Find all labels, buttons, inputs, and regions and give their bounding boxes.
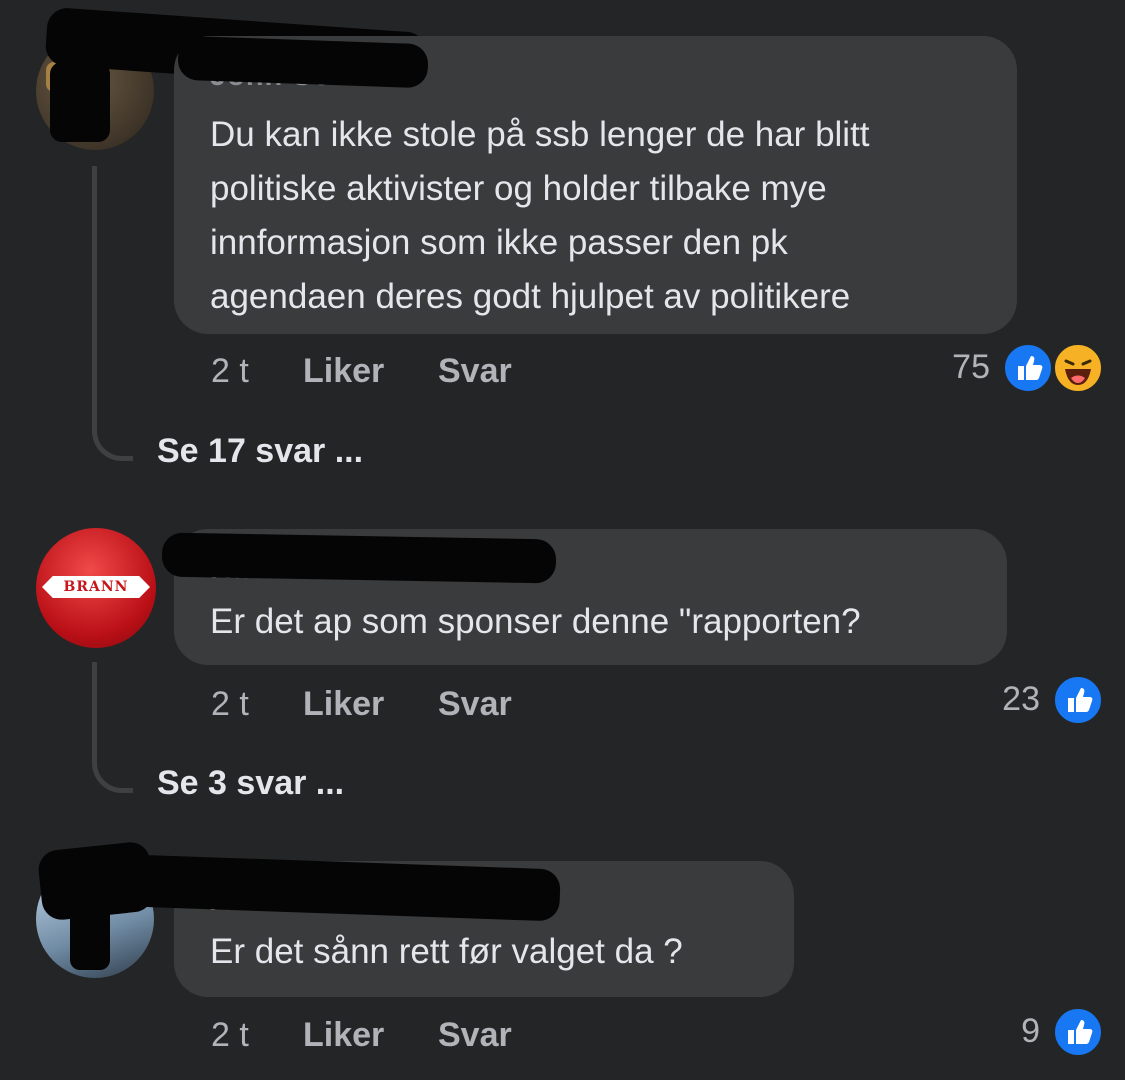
comment-text: Er det ap som sponser denne "rapporten? <box>210 602 861 641</box>
comment-1: John Solheim Du kan ikke stole på ssb le… <box>0 0 1125 480</box>
reply-button[interactable]: Svar <box>438 685 512 724</box>
redaction-scribble <box>161 532 557 584</box>
like-icon <box>1052 1006 1104 1058</box>
like-button[interactable]: Liker <box>303 685 384 724</box>
haha-icon <box>1052 342 1104 394</box>
redaction-scribble <box>50 62 110 142</box>
redaction-scribble <box>70 900 110 970</box>
like-button[interactable]: Liker <box>303 1016 384 1055</box>
comment-time[interactable]: 2 t <box>211 685 249 724</box>
comment-text: Du kan ikke stole på ssb lenger de har b… <box>210 115 870 316</box>
like-button[interactable]: Liker <box>303 352 384 391</box>
comment-time[interactable]: 2 t <box>211 352 249 391</box>
reaction-count[interactable]: 23 <box>980 680 1040 719</box>
thread-connector <box>92 166 133 461</box>
redaction-scribble <box>177 35 429 89</box>
reply-button[interactable]: Svar <box>438 352 512 391</box>
avatar[interactable]: BRANN <box>36 528 156 648</box>
like-icon <box>1002 342 1054 394</box>
reply-button[interactable]: Svar <box>438 1016 512 1055</box>
view-replies-link[interactable]: Se 17 svar ... <box>157 432 363 471</box>
like-icon <box>1052 674 1104 726</box>
comment-text: Er det sånn rett før valget da ? <box>210 932 683 971</box>
view-replies-link[interactable]: Se 3 svar ... <box>157 764 344 803</box>
brann-logo-text: BRANN <box>63 579 129 595</box>
thread-connector <box>92 662 133 793</box>
reaction-count[interactable]: 75 <box>930 348 990 387</box>
comment-time[interactable]: 2 t <box>211 1016 249 1055</box>
reaction-count[interactable]: 9 <box>980 1012 1040 1051</box>
